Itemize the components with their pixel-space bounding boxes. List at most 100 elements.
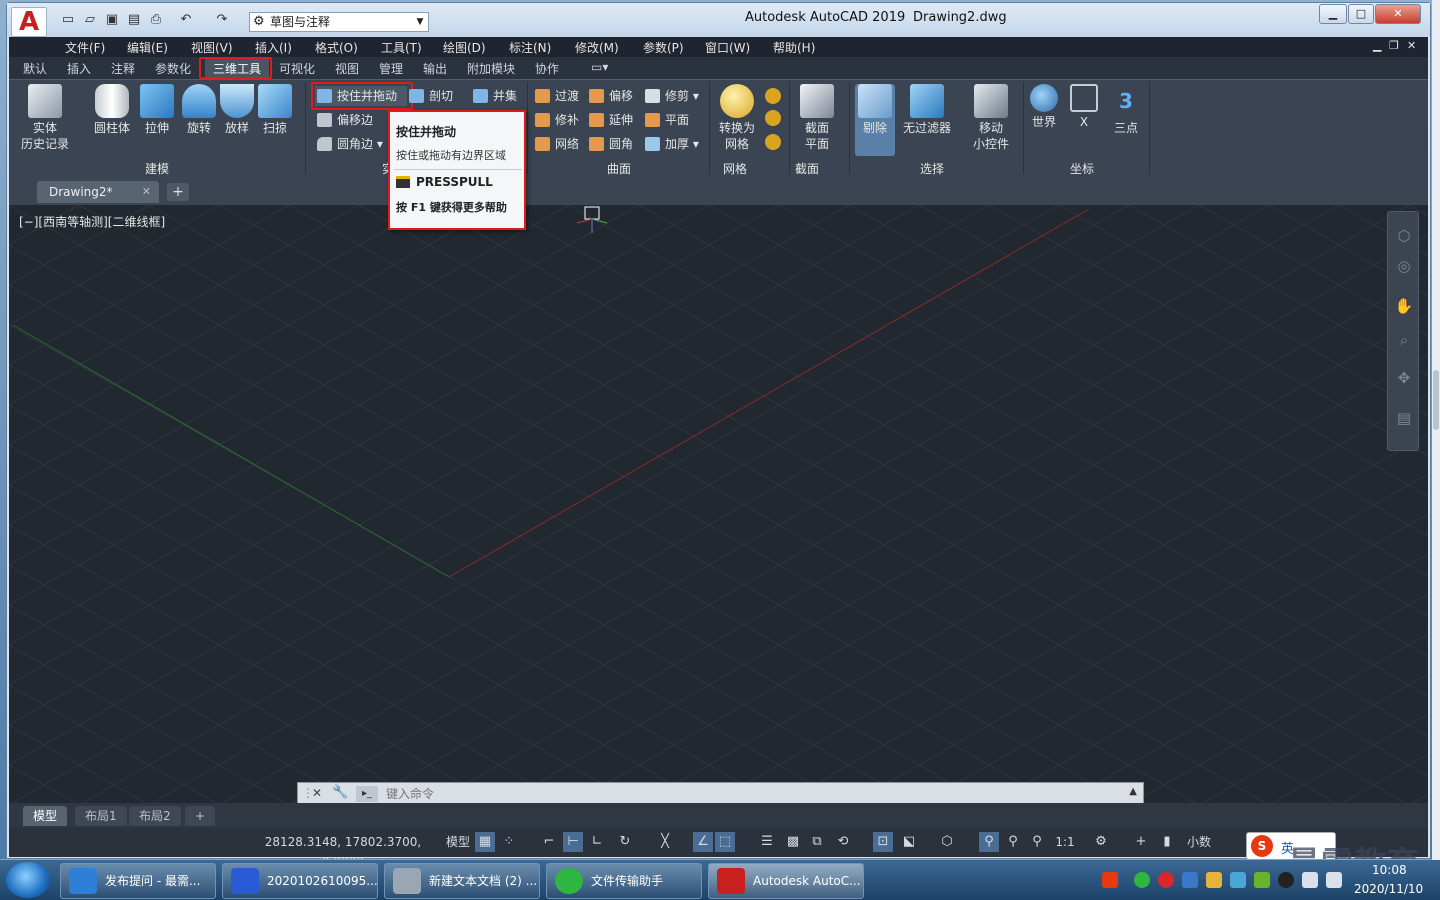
section-plane-button[interactable]: 截面 平面 [791, 84, 843, 152]
ribbon-toggle-icon[interactable]: ▭▾ [591, 60, 608, 74]
menu-draw[interactable]: 绘图(D) [443, 39, 486, 56]
zoom-icon[interactable]: ⌕ [1394, 330, 1414, 350]
culling-button[interactable]: 剔除 [855, 84, 895, 156]
menu-dimension[interactable]: 标注(N) [509, 39, 551, 56]
tray-network-icon[interactable] [1206, 872, 1222, 888]
workspace-select[interactable]: ⚙ 草图与注释 ▼ [249, 12, 429, 32]
surface-thicken-button[interactable]: 加厚 ▾ [643, 134, 699, 154]
tray-weibo-icon[interactable] [1158, 872, 1174, 888]
ortho-icon[interactable]: ∟ [587, 832, 607, 852]
grid-icon[interactable]: ▦ [475, 832, 495, 852]
menu-format[interactable]: 格式(O) [315, 39, 358, 56]
dynamic-input-icon[interactable]: ⊢ [563, 832, 583, 852]
tray-wechat-icon[interactable] [1134, 872, 1150, 888]
tab-manage[interactable]: 管理 [379, 60, 403, 77]
polar-icon[interactable]: ↻ [615, 832, 635, 852]
menu-help[interactable]: 帮助(H) [773, 39, 815, 56]
showmotion-icon[interactable]: ▤ [1394, 408, 1414, 428]
menu-insert[interactable]: 插入(I) [255, 39, 292, 56]
mesh-refine-icon[interactable] [765, 110, 781, 126]
tab-close-icon[interactable]: ✕ [142, 181, 151, 203]
minimize-button[interactable]: ▁ [1319, 4, 1347, 24]
doc-restore-icon[interactable]: ❐ [1389, 39, 1399, 52]
surface-trim-button[interactable]: 修剪 ▾ [643, 86, 699, 106]
surface-extend-button[interactable]: 延伸 [587, 110, 633, 130]
selection-cycling-icon[interactable]: ⧉ [807, 832, 827, 852]
start-button[interactable] [6, 862, 50, 898]
pan-icon[interactable]: ✋ [1394, 296, 1414, 316]
annotate-plus-icon[interactable]: + [1131, 832, 1151, 852]
viewcube-icon[interactable]: ⬡ [1394, 226, 1414, 246]
tab-layout2[interactable]: 布局2 [129, 806, 181, 826]
surface-patch-button[interactable]: 修补 [533, 110, 579, 130]
infer-icon[interactable]: ⌐ [539, 832, 559, 852]
sweep-button[interactable]: 扫掠 [255, 84, 295, 136]
tray-app-icon[interactable] [1230, 872, 1246, 888]
surface-planar-button[interactable]: 平面 [643, 110, 689, 130]
loft-button[interactable]: 放样 [217, 84, 257, 136]
maximize-button[interactable]: □ [1348, 4, 1374, 24]
command-input[interactable] [386, 785, 1116, 803]
taskbar-item-wechat[interactable]: 文件传输助手 [546, 863, 702, 899]
taskbar-item-notepad[interactable]: 新建文本文档 (2) ... [384, 863, 540, 899]
transparency-icon[interactable]: ▩ [783, 832, 803, 852]
tab-output[interactable]: 输出 [423, 60, 447, 77]
steering-wheel-icon[interactable]: ◎ [1394, 256, 1414, 276]
tab-model[interactable]: 模型 [23, 806, 68, 826]
tray-nvidia-icon[interactable] [1254, 872, 1270, 888]
taskbar-item-autocad[interactable]: Autodesk AutoC... [708, 863, 864, 899]
no-filter-button[interactable]: 无过滤器 [899, 84, 955, 136]
workspace-gear-icon[interactable]: ⚙ [1091, 832, 1111, 852]
scrollbar-thumb[interactable] [1433, 370, 1439, 430]
tab-view[interactable]: 视图 [335, 60, 359, 77]
solid-history-button[interactable]: 实体 历史记录 [17, 84, 73, 152]
object-snap-icon[interactable]: ∠ [693, 832, 713, 852]
menu-modify[interactable]: 修改(M) [575, 39, 619, 56]
auto-scale-icon[interactable]: ⚲ [1003, 832, 1023, 852]
convert-to-mesh-button[interactable]: 转换为 网格 [711, 84, 763, 152]
clock-time[interactable]: 10:08 [1372, 863, 1407, 877]
new-icon[interactable]: ▭ [59, 12, 77, 28]
surface-offset-button[interactable]: 偏移 [587, 86, 633, 106]
revolve-button[interactable]: 旋转 [179, 84, 219, 136]
surface-fillet-button[interactable]: 圆角 [587, 134, 633, 154]
lineweight-icon[interactable]: ☰ [757, 832, 777, 852]
surface-network-button[interactable]: 网络 [533, 134, 579, 154]
tab-addins[interactable]: 附加模块 [467, 60, 515, 77]
redo-icon[interactable]: ↷ [213, 12, 231, 28]
command-close-icon[interactable]: ✕ [312, 786, 322, 800]
surface-blend-button[interactable]: 过渡 [533, 86, 579, 106]
isodraft-icon[interactable]: ╳ [655, 832, 675, 852]
cylinder-button[interactable]: 圆柱体 [87, 84, 137, 136]
tab-parametric[interactable]: 参数化 [155, 60, 191, 77]
command-customize-icon[interactable]: 🔧 [332, 785, 348, 800]
add-layout-button[interactable]: + [185, 806, 216, 826]
annotation-monitor-icon[interactable]: ⊡ [873, 832, 893, 852]
menu-parametric[interactable]: 参数(P) [643, 39, 684, 56]
print-icon[interactable]: ⎙ [147, 12, 165, 28]
app-logo-button[interactable]: A [11, 7, 47, 37]
undo-icon[interactable]: ↶ [177, 12, 195, 28]
command-history-icon[interactable]: ▲ [1129, 786, 1137, 797]
tab-collaborate[interactable]: 协作 [535, 60, 559, 77]
close-button[interactable]: ✕ [1375, 4, 1421, 24]
menu-edit[interactable]: 编辑(E) [127, 39, 168, 56]
quick-properties-icon[interactable]: ⬡ [937, 832, 957, 852]
new-tab-button[interactable]: + [167, 183, 189, 201]
ucs-x-button[interactable]: X [1065, 84, 1103, 130]
doc-close-icon[interactable]: ✕ [1407, 39, 1416, 52]
snap-icon[interactable]: ⁘ [499, 832, 519, 852]
mesh-smooth-icon[interactable] [765, 88, 781, 104]
save-as-icon[interactable]: ▤ [125, 12, 143, 28]
clock-date[interactable]: 2020/11/10 [1354, 882, 1423, 896]
page-scrollbar[interactable] [1432, 0, 1440, 860]
file-tab-drawing2[interactable]: Drawing2* ✕ [37, 181, 159, 203]
tray-shield-icon[interactable] [1182, 872, 1198, 888]
ucs-3point-button[interactable]: 3 三点 [1105, 84, 1147, 136]
ucs-world-button[interactable]: 世界 [1023, 84, 1065, 130]
taskbar-item-browser[interactable]: 发布提问 - 最需... [60, 863, 216, 899]
tray-volume-icon[interactable] [1326, 872, 1342, 888]
units-icon[interactable]: ⬕ [899, 832, 919, 852]
save-icon[interactable]: ▣ [103, 12, 121, 28]
tab-insert[interactable]: 插入 [67, 60, 91, 77]
